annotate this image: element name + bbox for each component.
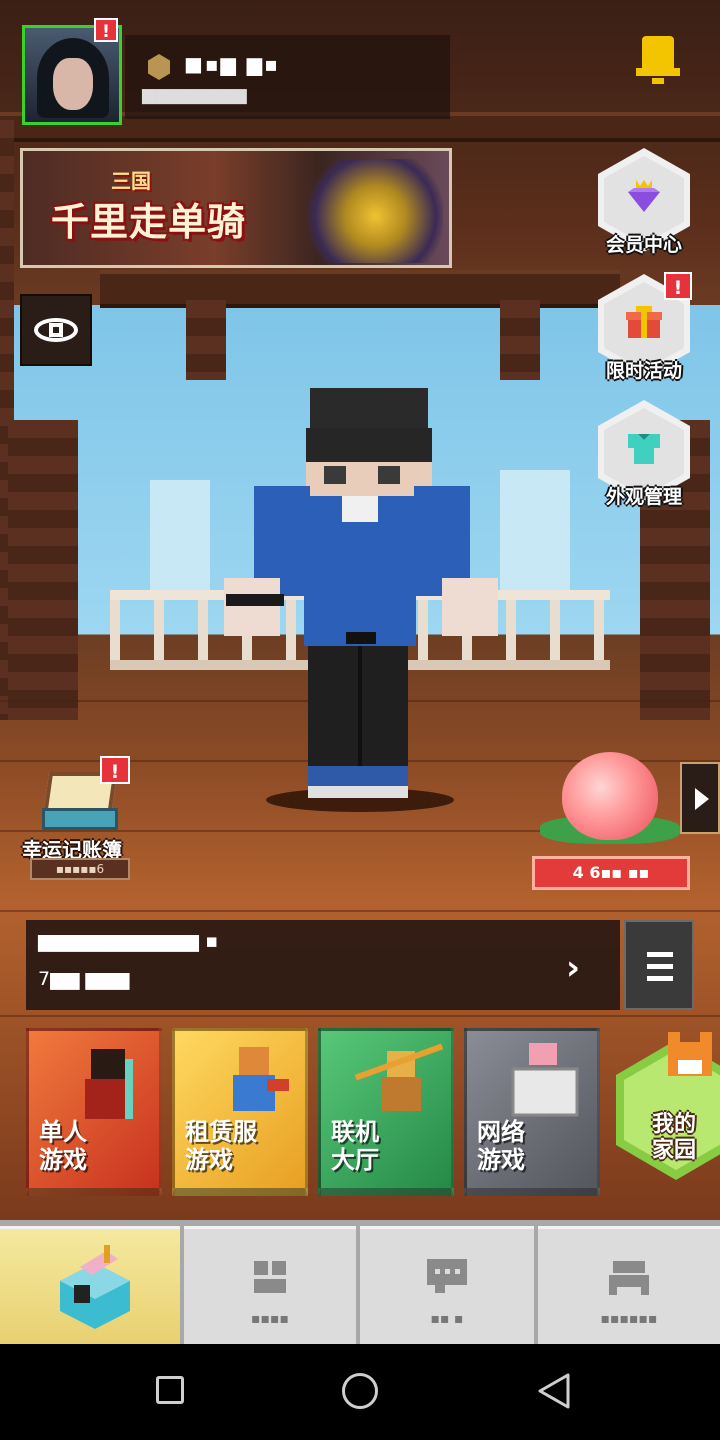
network-game-card[interactable]: 网络 游戏 — [464, 1028, 600, 1196]
event-banner[interactable]: 三国 千里走单骑 — [20, 148, 452, 268]
appearance-label: 外观管理 — [605, 486, 682, 508]
roof-beam — [100, 270, 620, 308]
profile-info-bar[interactable] — [125, 35, 450, 119]
expand-right-button[interactable] — [680, 762, 720, 834]
peach-value-bar: 4 6▪▪ ▪▪ — [532, 856, 690, 890]
single-player-card[interactable]: 单人 游戏 — [26, 1028, 162, 1196]
tab-community-label: ▪▪ ▪ — [430, 1311, 464, 1327]
tab-community[interactable]: ▪▪ ▪ — [360, 1226, 534, 1344]
ledger-count: ▪▪▪▪▪6 — [30, 858, 130, 880]
hamburger-menu-button[interactable] — [624, 920, 694, 1010]
peach-reward-button[interactable] — [540, 752, 680, 844]
rental-server-card[interactable]: 租赁服 游戏 — [172, 1028, 308, 1196]
news-line-2: 7▆▆ ▆▆▆ — [38, 968, 130, 990]
multiplayer-lobby-card[interactable]: 联机 大厅 — [318, 1028, 454, 1196]
network-game-label: 网络 游戏 — [477, 1118, 525, 1174]
caret-right-icon — [695, 788, 709, 810]
avatar-face — [53, 58, 93, 110]
wooden-pillar — [186, 300, 226, 380]
home-nav-button[interactable] — [342, 1373, 378, 1409]
event-alert-badge: ! — [664, 272, 692, 300]
tab-home[interactable]: ▪▪▪▪▪▪ — [538, 1226, 720, 1344]
vip-center-button[interactable]: 会员中心 — [596, 148, 692, 256]
news-line-1: ▆▆▆▆▆▆▆▆▆▆▆ ▪ — [38, 930, 219, 952]
cube-icon — [254, 1261, 286, 1293]
multiplayer-lobby-label: 联机 大厅 — [331, 1118, 379, 1174]
limited-event-label: 限时活动 — [605, 360, 682, 382]
system-navigation-bar — [0, 1344, 720, 1440]
ledger-alert-badge: ! — [100, 756, 130, 784]
background-tree — [150, 480, 210, 590]
wooden-pillar — [500, 300, 540, 380]
view-toggle-button[interactable] — [20, 294, 92, 366]
single-player-label: 单人 游戏 — [39, 1118, 87, 1174]
eye-pupil — [49, 323, 63, 337]
peach-icon — [562, 752, 658, 840]
bed-icon — [609, 1261, 649, 1295]
wooden-pillar — [8, 420, 78, 720]
chevron-right-icon[interactable]: › — [566, 948, 580, 988]
diamond-crown-icon — [628, 180, 660, 212]
player-name: ■▪▆ ▆▪ — [184, 52, 280, 76]
ledger-base — [42, 808, 118, 830]
fox-icon — [668, 1032, 712, 1076]
my-home-label: 我的 家园 — [652, 1112, 697, 1163]
tab-home-label: ▪▪▪▪▪▪ — [600, 1311, 658, 1327]
shop-icon — [60, 1245, 130, 1329]
appearance-button[interactable]: 外观管理 — [596, 400, 692, 508]
chat-icon — [427, 1259, 467, 1293]
banner-hero-art — [293, 159, 443, 263]
tab-resources-label: ▪▪▪▪ — [251, 1311, 289, 1327]
floor-plank — [0, 1015, 720, 1017]
player-character[interactable] — [218, 388, 502, 808]
back-nav-button[interactable] — [536, 1372, 572, 1410]
background-tree — [500, 470, 570, 590]
banner-title: 千里走单骑 — [51, 200, 247, 244]
player-id: ▆▆▆▆▆▆▆▆ — [142, 85, 247, 105]
gift-icon — [626, 306, 662, 338]
armor-icon — [628, 434, 660, 464]
tab-shop[interactable] — [0, 1226, 180, 1344]
floor-plank — [0, 910, 720, 912]
vip-center-label: 会员中心 — [605, 234, 682, 256]
notification-bell-icon[interactable] — [636, 36, 680, 86]
tab-resources[interactable]: ▪▪▪▪ — [184, 1226, 356, 1344]
banner-subtitle: 三国 — [111, 169, 151, 193]
rental-server-label: 租赁服 游戏 — [185, 1118, 257, 1174]
avatar-alert-badge: ! — [94, 18, 118, 42]
recent-apps-button[interactable] — [156, 1376, 184, 1404]
